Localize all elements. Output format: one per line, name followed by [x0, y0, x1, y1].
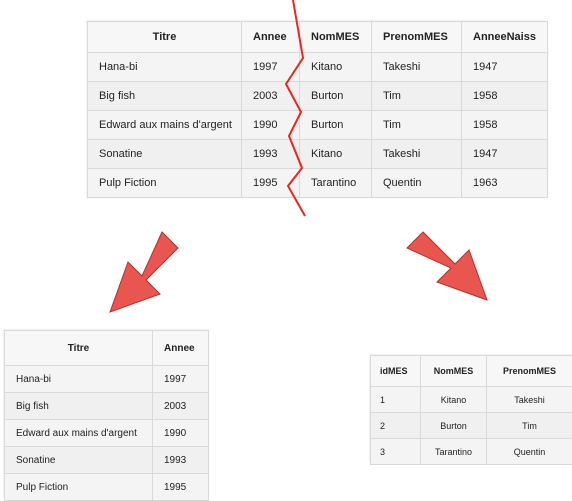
column-header-titre: Titre [5, 331, 153, 366]
column-header-nommes: NomMES [300, 22, 372, 53]
arrow-down-right-icon [407, 232, 487, 300]
directors-table-grid: idMES NomMES PrenomMES 1 Kitano Takeshi … [370, 355, 572, 465]
table-cell: 1990 [153, 420, 209, 447]
table-cell: Sonatine [88, 140, 242, 169]
table-cell: 1 [371, 387, 421, 413]
table-cell: 1963 [462, 169, 548, 198]
table-header-row: idMES NomMES PrenomMES [371, 356, 572, 387]
table-cell: 1995 [153, 474, 209, 501]
table-row: Edward aux mains d'argent 1990 Burton Ti… [88, 111, 548, 140]
arrow-down-left-icon [110, 232, 178, 312]
table-cell: 1958 [462, 82, 548, 111]
table-cell: Tim [372, 82, 462, 111]
table-cell: 1947 [462, 140, 548, 169]
column-header-anneenaiss: AnneeNaiss [462, 22, 548, 53]
source-table-grid: Titre Annee NomMES PrenomMES AnneeNaiss … [87, 21, 548, 198]
table-cell: Hana-bi [5, 366, 153, 393]
films-table: Titre Annee Hana-bi 1997 Big fish 2003 E… [4, 330, 208, 498]
table-cell: 1958 [462, 111, 548, 140]
table-cell: Sonatine [5, 447, 153, 474]
table-cell: Edward aux mains d'argent [5, 420, 153, 447]
column-header-titre: Titre [88, 22, 242, 53]
table-cell: Burton [300, 111, 372, 140]
column-header-prenommes: PrenomMES [487, 356, 572, 387]
table-cell: 1947 [462, 53, 548, 82]
table-cell: Burton [300, 82, 372, 111]
table-cell: Tim [372, 111, 462, 140]
table-row: Big fish 2003 [5, 393, 209, 420]
films-table-grid: Titre Annee Hana-bi 1997 Big fish 2003 E… [4, 330, 209, 501]
table-cell: 2003 [153, 393, 209, 420]
table-row: Hana-bi 1997 [5, 366, 209, 393]
table-cell: Edward aux mains d'argent [88, 111, 242, 140]
table-cell: Kitano [421, 387, 487, 413]
table-cell: 3 [371, 439, 421, 465]
table-cell: Takeshi [372, 53, 462, 82]
table-cell: 1997 [242, 53, 300, 82]
table-cell: 1993 [242, 140, 300, 169]
table-row: Edward aux mains d'argent 1990 [5, 420, 209, 447]
table-row: 2 Burton Tim [371, 413, 572, 439]
column-header-annee: Annee [242, 22, 300, 53]
table-cell: 1995 [242, 169, 300, 198]
table-header-row: Titre Annee [5, 331, 209, 366]
directors-table: idMES NomMES PrenomMES 1 Kitano Takeshi … [370, 355, 572, 462]
table-cell: 1993 [153, 447, 209, 474]
table-cell: Pulp Fiction [5, 474, 153, 501]
table-cell: Tarantino [421, 439, 487, 465]
table-row: Sonatine 1993 [5, 447, 209, 474]
table-row: Sonatine 1993 Kitano Takeshi 1947 [88, 140, 548, 169]
table-row: Pulp Fiction 1995 Tarantino Quentin 1963 [88, 169, 548, 198]
table-cell: Big fish [88, 82, 242, 111]
table-cell: Hana-bi [88, 53, 242, 82]
table-header-row: Titre Annee NomMES PrenomMES AnneeNaiss [88, 22, 548, 53]
table-cell: 2 [371, 413, 421, 439]
table-cell: 1990 [242, 111, 300, 140]
table-cell: Kitano [300, 53, 372, 82]
table-cell: Takeshi [372, 140, 462, 169]
table-cell: Tim [487, 413, 572, 439]
table-row: 3 Tarantino Quentin [371, 439, 572, 465]
table-cell: Takeshi [487, 387, 572, 413]
column-header-annee: Annee [153, 331, 209, 366]
column-header-prenommes: PrenomMES [372, 22, 462, 53]
table-row: Hana-bi 1997 Kitano Takeshi 1947 [88, 53, 548, 82]
table-cell: Big fish [5, 393, 153, 420]
table-cell: 2003 [242, 82, 300, 111]
table-row: Pulp Fiction 1995 [5, 474, 209, 501]
table-row: 1 Kitano Takeshi [371, 387, 572, 413]
table-cell: Quentin [372, 169, 462, 198]
table-row: Big fish 2003 Burton Tim 1958 [88, 82, 548, 111]
column-header-idmes: idMES [371, 356, 421, 387]
column-header-nommes: NomMES [421, 356, 487, 387]
table-cell: 1997 [153, 366, 209, 393]
source-table: Titre Annee NomMES PrenomMES AnneeNaiss … [87, 21, 547, 197]
table-cell: Tarantino [300, 169, 372, 198]
table-cell: Quentin [487, 439, 572, 465]
table-cell: Burton [421, 413, 487, 439]
table-cell: Kitano [300, 140, 372, 169]
table-cell: Pulp Fiction [88, 169, 242, 198]
